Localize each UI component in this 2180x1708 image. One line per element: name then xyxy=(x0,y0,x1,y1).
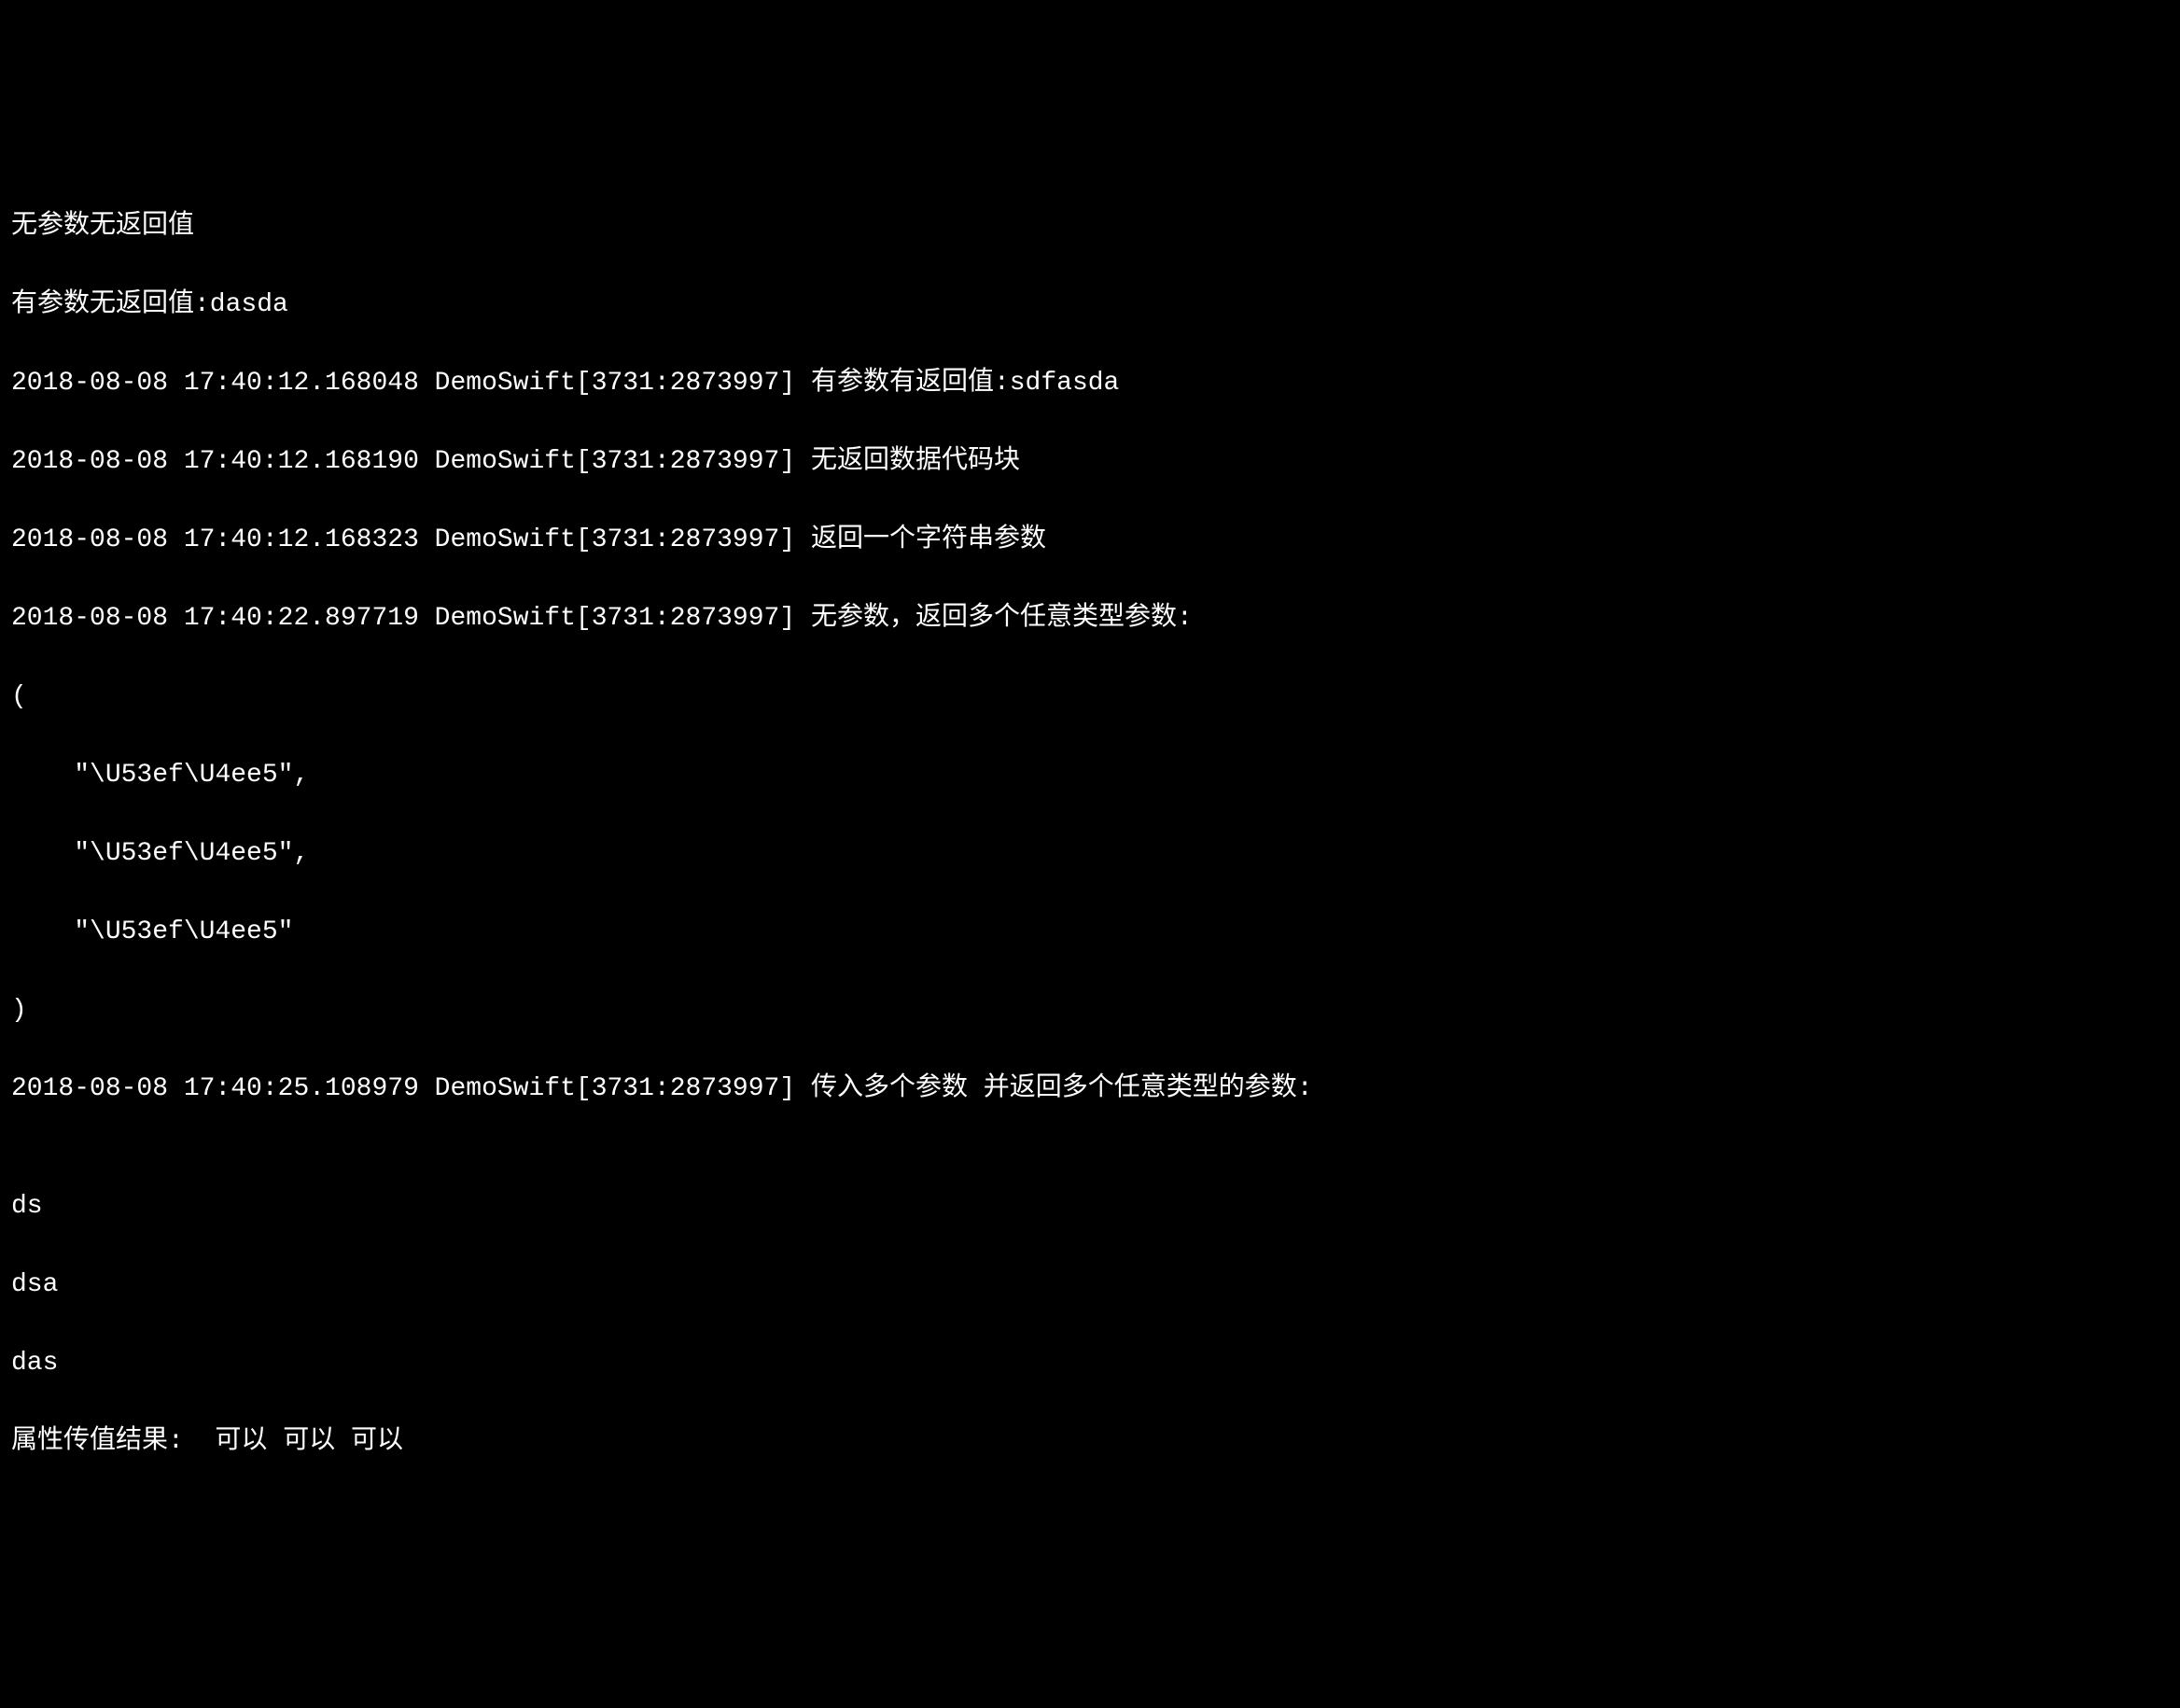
log-line: 属性传值结果: 可以 可以 可以 xyxy=(11,1422,2169,1462)
log-line: das xyxy=(11,1344,2169,1383)
log-line: "\U53ef\U4ee5" xyxy=(11,913,2169,952)
log-line: "\U53ef\U4ee5", xyxy=(11,834,2169,874)
log-line: 2018-08-08 17:40:25.108979 DemoSwift[373… xyxy=(11,1070,2169,1109)
log-line: 2018-08-08 17:40:12.168190 DemoSwift[373… xyxy=(11,442,2169,482)
log-line: 有参数无返回值:dasda xyxy=(11,286,2169,325)
log-line: "\U53ef\U4ee5", xyxy=(11,756,2169,795)
log-line: 2018-08-08 17:40:22.897719 DemoSwift[373… xyxy=(11,599,2169,638)
log-line: 无参数无返回值 xyxy=(11,207,2169,246)
log-line: dsa xyxy=(11,1266,2169,1305)
log-line: ( xyxy=(11,678,2169,717)
log-line: ds xyxy=(11,1187,2169,1226)
console-output[interactable]: 无参数无返回值 有参数无返回值:dasda 2018-08-08 17:40:1… xyxy=(11,168,2169,1501)
log-line: 2018-08-08 17:40:12.168323 DemoSwift[373… xyxy=(11,521,2169,560)
log-line: 2018-08-08 17:40:12.168048 DemoSwift[373… xyxy=(11,364,2169,403)
log-line: ) xyxy=(11,991,2169,1030)
